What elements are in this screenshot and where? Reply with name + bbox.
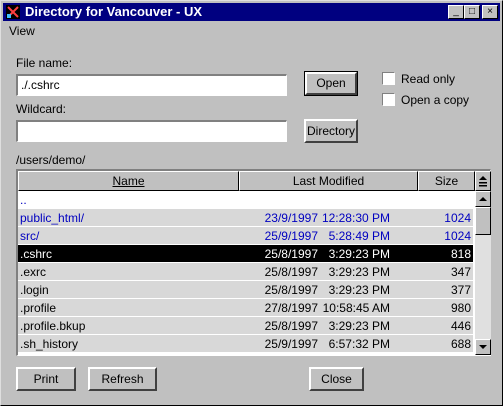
scroll-thumb[interactable] xyxy=(475,207,491,235)
arrow-down-icon xyxy=(479,344,487,349)
open-copy-checkbox[interactable]: Open a copy xyxy=(382,93,469,107)
cell-time: 3:29:23 PM xyxy=(328,283,390,297)
wildcard-input[interactable] xyxy=(16,120,287,142)
scroll-up-button[interactable] xyxy=(475,191,491,207)
read-only-box[interactable] xyxy=(382,72,395,85)
file-name-input[interactable]: ./.cshrc xyxy=(16,74,287,96)
open-button[interactable]: Open xyxy=(304,71,358,96)
cell-time: 10:58:45 AM xyxy=(322,301,390,315)
cell-date: 25/8/1997 xyxy=(264,319,318,333)
cell-name: public_html/ xyxy=(20,211,85,225)
cell-date: 25/9/1997 xyxy=(264,337,318,351)
table-row[interactable]: .cshrc 25/8/1997 3:29:23 PM 818 xyxy=(18,245,473,263)
cell-date: 25/8/1997 xyxy=(264,283,318,297)
cell-size: 377 xyxy=(450,283,471,297)
cell-name: .login xyxy=(20,283,49,297)
cell-time: 5:28:49 PM xyxy=(328,229,390,243)
file-name-label: File name: xyxy=(16,56,73,70)
cell-date: 25/8/1997 xyxy=(264,265,318,279)
cell-size: 818 xyxy=(450,247,471,261)
cell-size: 688 xyxy=(450,337,471,351)
table-row[interactable]: .. xyxy=(18,191,473,209)
cell-size: 347 xyxy=(450,265,471,279)
cell-date: 27/8/1997 xyxy=(264,301,318,315)
cell-time: 6:57:32 PM xyxy=(328,337,390,351)
cell-size: 1024 xyxy=(444,211,471,225)
table-row[interactable]: .profile 27/8/1997 10:58:45 AM 980 xyxy=(18,299,473,317)
cell-size: 446 xyxy=(450,319,471,333)
minimize-button[interactable]: _ xyxy=(448,5,464,19)
cell-size: 1024 xyxy=(444,229,471,243)
column-header-name[interactable]: Name xyxy=(18,171,239,191)
read-only-checkbox[interactable]: Read only xyxy=(382,72,455,86)
menu-view[interactable]: View xyxy=(9,24,35,38)
column-header-size[interactable]: Size xyxy=(418,171,475,191)
cell-name: .sh_history xyxy=(20,337,79,351)
current-path: /users/demo/ xyxy=(16,153,86,167)
table-row[interactable]: .sh_history 25/9/1997 6:57:32 PM 688 xyxy=(18,335,473,353)
open-copy-box[interactable] xyxy=(382,93,395,106)
table-row[interactable]: public_html/23/9/1997 12:28:30 PM 1024 xyxy=(18,209,473,227)
title-bar[interactable]: Directory for Vancouver - UX _ □ × xyxy=(3,3,500,21)
close-button[interactable]: Close xyxy=(309,367,364,391)
cell-name: .. xyxy=(20,193,27,207)
print-button[interactable]: Print xyxy=(16,367,76,391)
arrow-up-icon xyxy=(479,196,487,201)
maximize-icon: □ xyxy=(468,6,476,17)
cell-time: 3:29:23 PM xyxy=(328,247,390,261)
wildcard-label: Wildcard: xyxy=(16,102,67,116)
vertical-scrollbar[interactable] xyxy=(475,171,491,355)
cell-time: 12:28:30 PM xyxy=(321,211,390,225)
minimize-icon: _ xyxy=(453,6,459,17)
table-row[interactable]: .exrc 25/8/1997 3:29:23 PM 347 xyxy=(18,263,473,281)
read-only-label: Read only xyxy=(401,72,456,86)
cell-date: 25/8/1997 xyxy=(264,247,318,261)
file-list: Name Last Modified Size .. public_html/23… xyxy=(16,169,491,356)
close-window-button[interactable]: × xyxy=(482,5,498,19)
column-header-last-modified[interactable]: Last Modified xyxy=(239,171,418,191)
table-row[interactable]: src/25/9/1997 5:28:49 PM 1024 xyxy=(18,227,473,245)
x-app-icon xyxy=(6,5,20,19)
close-icon: × xyxy=(487,6,493,17)
cell-date: 23/9/1997 xyxy=(264,211,318,225)
cell-name: src/ xyxy=(20,229,40,243)
cell-name: .profile xyxy=(20,301,57,315)
cell-time: 3:29:23 PM xyxy=(328,265,390,279)
menu-bar: View xyxy=(9,24,35,38)
cell-name: .exrc xyxy=(20,265,47,279)
scroll-down-button[interactable] xyxy=(475,339,491,355)
cell-time: 3:29:23 PM xyxy=(328,319,390,333)
table-row[interactable]: .login 25/8/1997 3:29:23 PM 377 xyxy=(18,281,473,299)
cell-name: .cshrc xyxy=(20,247,53,261)
refresh-button[interactable]: Refresh xyxy=(88,367,157,391)
directory-button[interactable]: Directory xyxy=(304,119,358,143)
maximize-button[interactable]: □ xyxy=(464,5,480,19)
open-copy-label: Open a copy xyxy=(401,93,470,107)
directory-window: Directory for Vancouver - UX _ □ × View … xyxy=(0,0,503,406)
window-title: Directory for Vancouver - UX xyxy=(25,4,202,19)
sort-icon xyxy=(479,175,487,187)
table-row[interactable]: .profile.bkup 25/8/1997 3:29:23 PM 446 xyxy=(18,317,473,335)
sort-button[interactable] xyxy=(475,171,491,191)
cell-size: 980 xyxy=(450,301,471,315)
cell-name: .profile.bkup xyxy=(20,319,86,333)
cell-date: 25/9/1997 xyxy=(264,229,318,243)
